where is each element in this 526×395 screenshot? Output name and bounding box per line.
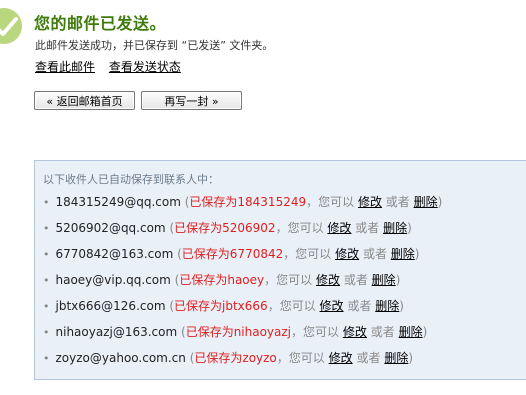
or-text: 或者 [385,195,410,209]
edit-contact-link[interactable]: 修改 [316,273,340,287]
separator-text: ，您可以 [283,247,332,261]
delete-contact-link[interactable]: 删除 [384,351,408,365]
contact-row: • haoey@vip.qq.com (已保存为haoey，您可以 修改 或者 删… [43,271,442,297]
contact-row: • 184315249@qq.com (已保存为184315249，您可以 修改 … [43,193,442,219]
success-checkmark-icon [0,8,22,44]
bullet-dot: • [43,274,50,287]
saved-as-label: 已保存为6770842 [181,247,284,261]
saved-as-label: 已保存为zoyzo [194,351,277,365]
contact-email: nihaoyazj@163.com [55,325,178,339]
or-text: 或者 [370,325,395,339]
edit-contact-link[interactable]: 修改 [335,247,359,261]
delete-contact-link[interactable]: 删除 [399,325,423,339]
bullet-dot: • [43,196,50,209]
or-text: 或者 [356,351,381,365]
contact-email: 6770842@163.com [55,247,174,261]
close-paren: ) [422,325,428,339]
close-paren: ) [437,195,443,209]
delete-contact-link[interactable]: 删除 [383,221,407,235]
saved-as-label: 已保存为haoey [179,273,265,287]
contact-email: 184315249@qq.com [55,195,181,209]
or-text: 或者 [355,221,380,235]
back-to-inbox-button[interactable]: « 返回邮箱首页 [34,91,135,110]
delete-contact-link[interactable]: 删除 [372,273,396,287]
separator-text: ，您可以 [291,325,340,339]
or-text: 或者 [347,299,372,313]
close-paren: ) [408,351,414,365]
contact-email: jbtx666@126.com [55,299,166,313]
delete-contact-link[interactable]: 删除 [375,299,399,313]
saved-as-label: 已保存为184315249 [189,195,307,209]
bullet-dot: • [43,352,50,365]
close-paren: ) [414,247,420,261]
contact-list: • 184315249@qq.com (已保存为184315249，您可以 修改 … [43,193,442,375]
open-paren: ( [165,221,175,235]
or-text: 或者 [343,273,368,287]
bullet-dot: • [43,300,50,313]
close-paren: ) [399,299,404,313]
contact-email: haoey@vip.qq.com [55,273,171,287]
delete-contact-link[interactable]: 删除 [414,195,438,209]
contacts-panel-header: 以下收件人已自动保存到联系人中： [43,173,219,186]
open-paren: ( [173,247,182,261]
bullet-dot: • [43,222,50,235]
contact-row: • 5206902@qq.com (已保存为5206902，您可以 修改 或者 删… [43,219,442,245]
contact-row: • 6770842@163.com (已保存为6770842，您可以 修改 或者 … [43,245,442,271]
bullet-dot: • [43,326,50,339]
action-links: 查看此邮件 查看发送状态 [35,58,191,75]
contact-row: • nihaoyazj@163.com (已保存为nihaoyazj，您可以 修改… [43,323,442,349]
edit-contact-link[interactable]: 修改 [327,221,351,235]
write-another-button[interactable]: 再写一封 » [141,91,242,110]
separator-text: ，您可以 [267,299,316,313]
or-text: 或者 [362,247,387,261]
saved-as-label: 已保存为nihaoyazj [185,325,292,339]
edit-contact-link[interactable]: 修改 [343,325,367,339]
close-paren: ) [395,273,401,287]
open-paren: ( [177,325,186,339]
edit-contact-link[interactable]: 修改 [329,351,353,365]
contact-row: • zoyzo@yahoo.com.cn (已保存为zoyzo，您可以 修改 或者… [43,349,442,375]
edit-contact-link[interactable]: 修改 [320,299,344,313]
bullet-dot: • [43,248,50,261]
success-message: 此邮件发送成功，并已保存到 “已发送” 文件夹。 [35,39,274,52]
contact-email: 5206902@qq.com [55,221,166,235]
delete-contact-link[interactable]: 删除 [391,247,415,261]
edit-contact-link[interactable]: 修改 [358,195,382,209]
saved-as-label: 已保存为5206902 [174,221,276,235]
page-title: 您的邮件已发送。 [34,14,167,33]
separator-text: ，您可以 [264,273,313,287]
view-mail-link[interactable]: 查看此邮件 [35,60,95,74]
contact-row: • jbtx666@126.com (已保存为jbtx666，您可以 修改 或者 … [43,297,442,323]
close-paren: ) [407,221,412,235]
contact-email: zoyzo@yahoo.com.cn [55,351,186,365]
separator-text: ，您可以 [306,195,355,209]
separator-text: ，您可以 [275,221,324,235]
view-send-status-link[interactable]: 查看发送状态 [109,60,181,74]
saved-contacts-panel: 以下收件人已自动保存到联系人中： • 184315249@qq.com (已保存为… [34,160,526,380]
separator-text: ，您可以 [276,351,325,365]
saved-as-label: 已保存为jbtx666 [174,299,268,313]
open-paren: ( [165,299,175,313]
